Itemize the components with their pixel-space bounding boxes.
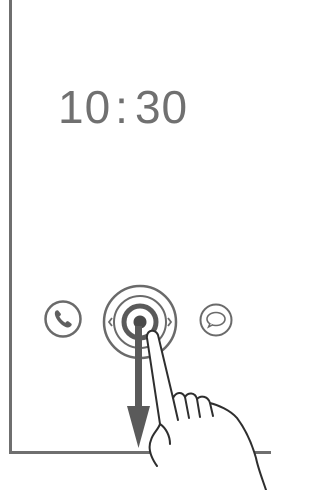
clock-minutes: 30 [134, 81, 189, 133]
lock-screen-clock: 10: 30 [58, 80, 218, 134]
phone-screen-frame [9, 0, 271, 454]
phone-icon [44, 300, 82, 338]
unlock-ring-button[interactable] [101, 283, 179, 361]
clock-hours: 10 [58, 81, 112, 133]
clock-separator: : [115, 81, 129, 133]
lock-screen-illustration: 10: 30 [0, 0, 271, 490]
message-shortcut-button[interactable] [198, 302, 234, 338]
phone-shortcut-button[interactable] [43, 299, 83, 339]
message-bubble-icon [199, 303, 233, 337]
unlock-ring-icon [102, 284, 178, 360]
